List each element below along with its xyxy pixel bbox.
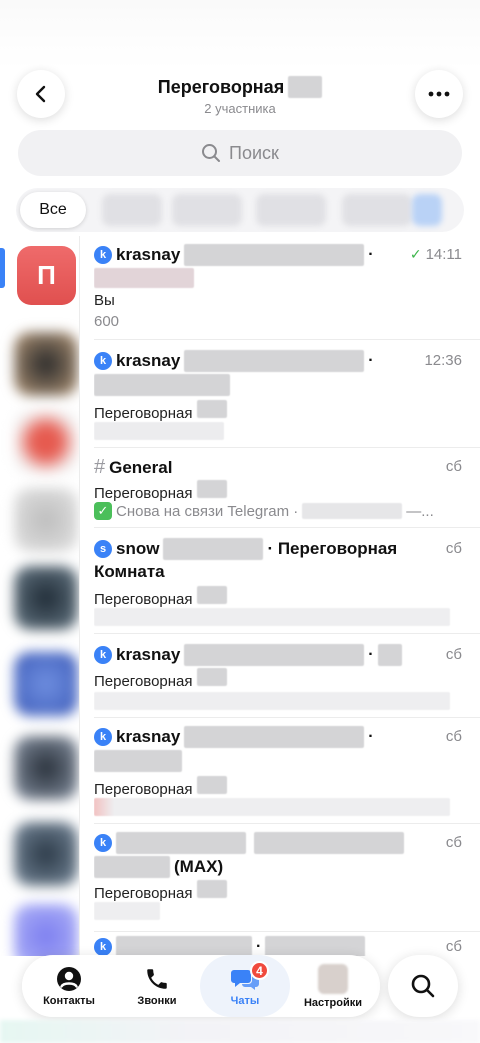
chat-time: сб bbox=[445, 540, 462, 557]
chat-row[interactable]: k krasnay · ✓ 14:11 Вы 600 bbox=[94, 236, 480, 340]
page-title: Переговорная bbox=[157, 76, 285, 97]
filter-chip[interactable] bbox=[342, 194, 412, 226]
chat-name: General bbox=[109, 457, 173, 477]
active-folder-indicator bbox=[0, 248, 5, 288]
source-badge-icon: k bbox=[94, 246, 112, 264]
source-badge-icon: k bbox=[94, 728, 112, 746]
home-indicator-area bbox=[0, 1020, 480, 1043]
folder-avatar[interactable] bbox=[14, 822, 78, 886]
folder-avatar[interactable] bbox=[14, 566, 78, 630]
phone-icon bbox=[147, 968, 167, 989]
chat-time: 12:36 bbox=[424, 352, 462, 369]
folder-avatar[interactable] bbox=[14, 332, 78, 396]
tab-bar: Контакты Звонки Чаты 4 Настройки bbox=[22, 955, 380, 1017]
redacted-name bbox=[116, 832, 246, 854]
redacted-name bbox=[184, 244, 365, 266]
checkmark-icon: ✓ bbox=[94, 502, 112, 520]
filter-bar: Все bbox=[16, 188, 464, 232]
redacted-title-part bbox=[288, 76, 323, 98]
chat-time: сб bbox=[445, 938, 462, 955]
chat-row[interactable]: k · сб bbox=[94, 932, 480, 956]
folder-avatar[interactable] bbox=[14, 488, 78, 552]
chat-name: krasnay bbox=[116, 645, 181, 664]
chat-name: krasnay bbox=[116, 727, 181, 746]
folder-avatar[interactable] bbox=[14, 410, 78, 474]
chat-sender: Переговорная bbox=[94, 591, 193, 608]
member-count: 2 участника bbox=[204, 101, 276, 116]
redacted-text bbox=[94, 422, 224, 440]
tab-contacts[interactable]: Контакты bbox=[24, 955, 114, 1017]
contacts-icon bbox=[57, 966, 81, 991]
chat-sender: Переговорная bbox=[94, 781, 193, 798]
chat-time: сб bbox=[445, 834, 462, 851]
chat-time: сб bbox=[445, 728, 462, 745]
redacted-name bbox=[184, 644, 365, 666]
more-button[interactable] bbox=[415, 70, 463, 118]
source-badge-icon: k bbox=[94, 352, 112, 370]
redacted-text bbox=[94, 750, 182, 772]
chat-name: snow bbox=[116, 539, 160, 558]
source-badge-icon: k bbox=[94, 646, 112, 664]
search-input[interactable]: Поиск bbox=[18, 130, 462, 176]
chat-name-line2: Комната bbox=[94, 562, 165, 581]
filter-chip[interactable] bbox=[172, 194, 242, 226]
status-area bbox=[0, 0, 480, 70]
redacted-text bbox=[94, 692, 450, 710]
chat-sender: Переговорная bbox=[94, 885, 193, 902]
chat-name: krasnay bbox=[116, 245, 181, 264]
chat-name: krasnay bbox=[116, 351, 181, 370]
source-badge-icon: k bbox=[94, 938, 112, 956]
filter-chip-active[interactable] bbox=[412, 194, 442, 226]
redacted-text bbox=[94, 374, 230, 396]
redacted-text bbox=[94, 902, 160, 920]
search-button[interactable] bbox=[388, 955, 458, 1017]
tab-chats[interactable]: Чаты 4 bbox=[200, 955, 290, 1017]
profile-avatar bbox=[318, 963, 348, 994]
more-dots-icon bbox=[428, 91, 450, 97]
chat-sender: Переговорная bbox=[94, 405, 193, 422]
source-badge-icon: s bbox=[94, 540, 112, 558]
search-icon bbox=[411, 974, 435, 998]
chat-list: k krasnay · ✓ 14:11 Вы 600 k krasnay · 1… bbox=[94, 236, 480, 956]
tab-settings[interactable]: Настройки bbox=[288, 955, 378, 1017]
folder-rail bbox=[0, 236, 80, 956]
chat-preview: 600 bbox=[94, 313, 120, 330]
chat-header[interactable]: Переговорная 2 участника bbox=[0, 76, 480, 116]
chat-row[interactable]: # General сб Переговорная ✓ Снова на свя… bbox=[94, 448, 480, 528]
filter-chip[interactable] bbox=[102, 194, 162, 226]
filter-chip[interactable] bbox=[256, 194, 326, 226]
redacted-name bbox=[163, 538, 264, 560]
chat-sender: Переговорная bbox=[94, 673, 193, 690]
chat-row[interactable]: k krasnay · 12:36 Переговорная bbox=[94, 340, 480, 448]
hashtag-icon: # bbox=[94, 456, 106, 478]
redacted-name bbox=[184, 350, 365, 372]
tab-calls[interactable]: Звонки bbox=[112, 955, 202, 1017]
chat-row[interactable]: k сб (MAX) Переговорная bbox=[94, 824, 480, 932]
redacted-name bbox=[184, 726, 365, 748]
redacted-text bbox=[94, 798, 450, 816]
chat-preview: Снова на связи Telegram · bbox=[116, 502, 299, 520]
redacted-name bbox=[116, 936, 252, 956]
read-check-icon: ✓ bbox=[409, 246, 422, 262]
source-badge-icon: k bbox=[94, 834, 112, 852]
folder-avatar[interactable] bbox=[14, 652, 78, 716]
folder-avatar-active[interactable]: П bbox=[17, 246, 76, 305]
folder-avatar[interactable] bbox=[14, 736, 78, 800]
chat-row[interactable]: k krasnay · сб Переговорная bbox=[94, 718, 480, 824]
chat-sender: Переговорная bbox=[94, 485, 193, 502]
chat-name-line2: (MAX) bbox=[174, 857, 224, 876]
chat-sender: Вы bbox=[94, 292, 115, 309]
chat-row[interactable]: s snow · Переговорная сб Комната Перегов… bbox=[94, 528, 480, 634]
chat-time: ✓ 14:11 bbox=[409, 246, 462, 263]
unread-badge: 4 bbox=[250, 961, 269, 980]
redacted-text bbox=[94, 608, 450, 626]
chat-time: сб bbox=[445, 646, 462, 663]
chat-row[interactable]: k krasnay · сб Переговорная bbox=[94, 634, 480, 718]
search-icon bbox=[202, 144, 221, 162]
search-placeholder: Поиск bbox=[229, 142, 279, 163]
folder-avatar[interactable] bbox=[14, 904, 78, 956]
redacted-text bbox=[94, 268, 194, 288]
filter-chip-all[interactable]: Все bbox=[20, 192, 86, 228]
chat-time: сб bbox=[445, 458, 462, 475]
